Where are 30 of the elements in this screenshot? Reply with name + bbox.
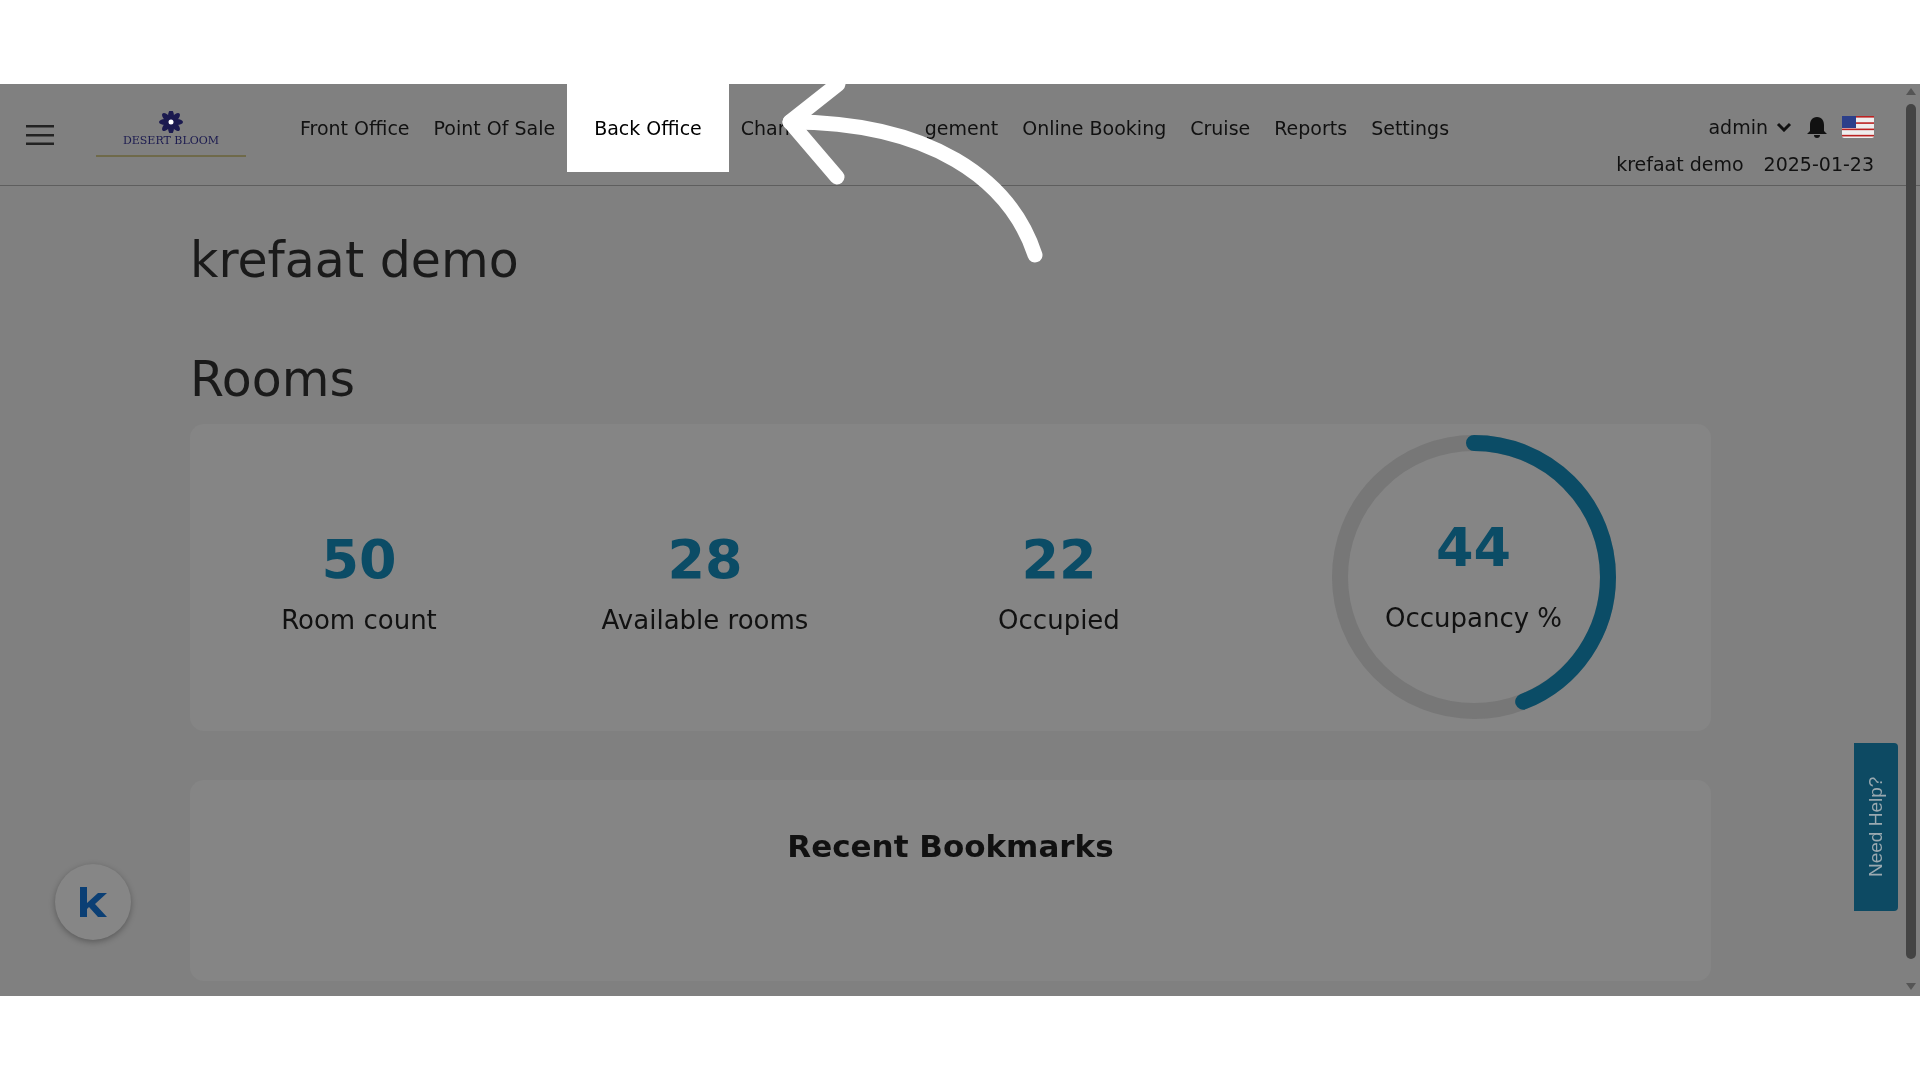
stat-value: 28 <box>667 528 743 593</box>
stat-label: Occupied <box>998 604 1120 637</box>
caret-icon <box>1776 122 1792 132</box>
help-tab[interactable]: Need Help? <box>1854 743 1898 911</box>
date-text: 2025-01-23 <box>1763 152 1874 177</box>
section-title: Rooms <box>190 350 357 410</box>
stat-value: 22 <box>1021 528 1097 593</box>
flag-icon[interactable] <box>1842 116 1874 138</box>
nav-tab[interactable]: gement <box>924 84 1011 172</box>
nav-tab[interactable]: Reports <box>1262 84 1360 172</box>
stat-label: Room count <box>281 604 437 637</box>
gauge-value: 44 <box>1435 516 1512 581</box>
user-menu[interactable]: admin <box>1708 112 1792 142</box>
stat-label: Available rooms <box>601 604 809 637</box>
nav-tab[interactable]: Online Booking <box>1010 84 1179 172</box>
card-title: Recent Bookmarks <box>787 826 1114 866</box>
nav-tab[interactable]: Back Office <box>567 84 729 172</box>
chat-button[interactable] <box>55 864 131 940</box>
menu-icon[interactable] <box>26 125 54 145</box>
property-name: krefaat demo <box>1616 152 1744 177</box>
stat-value: 50 <box>321 528 397 593</box>
nav-tab[interactable]: Cruise <box>1178 84 1263 172</box>
gauge-label: Occupancy % <box>1384 602 1563 635</box>
nav-tab[interactable]: Point Of Sale <box>421 84 568 172</box>
flower-icon <box>156 111 186 133</box>
nav-tab[interactable]: Settings <box>1359 84 1462 172</box>
logo[interactable]: DESERT BLOOM <box>96 111 246 157</box>
bell-icon[interactable] <box>1806 115 1828 139</box>
nav-tab[interactable]: Front Office <box>288 84 422 172</box>
page-title: krefaat demo <box>190 232 520 291</box>
